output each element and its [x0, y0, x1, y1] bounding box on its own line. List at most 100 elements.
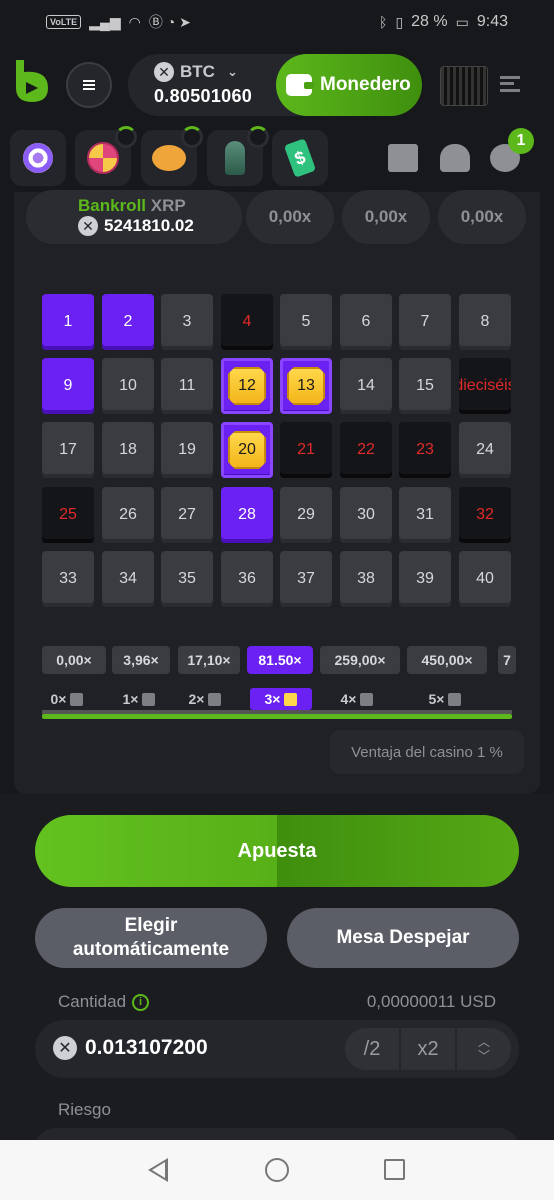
piggy-bank-button[interactable]: [141, 126, 203, 186]
grid-cell[interactable]: 7: [399, 294, 451, 350]
grid-cell[interactable]: 20: [221, 422, 273, 478]
wallet-button[interactable]: Monedero: [276, 54, 422, 116]
xrp-coin-icon: ✕: [78, 216, 98, 236]
grid-cell[interactable]: 5: [280, 294, 332, 350]
grid-cell[interactable]: 31: [399, 487, 451, 543]
rocket-button[interactable]: [207, 126, 269, 186]
payout-multiplier: 3,96×: [112, 646, 170, 674]
recent-apps-icon[interactable]: [384, 1159, 405, 1180]
chevron-down-icon[interactable]: ﹀: [478, 1049, 490, 1063]
app-notification-icons: Ⓑ ◔ ➤: [148, 14, 191, 30]
hamburger-icon: [83, 84, 95, 86]
grid-cell[interactable]: 13: [280, 358, 332, 414]
recent-multiplier: 0,00x: [438, 190, 526, 244]
grid-cell[interactable]: 22: [340, 422, 392, 478]
grid-cell[interactable]: 37: [280, 551, 332, 607]
grid-cell[interactable]: 35: [161, 551, 213, 607]
grid-cell[interactable]: 6: [340, 294, 392, 350]
promo-bar: $ 1: [0, 124, 554, 192]
grid-cell[interactable]: 10: [102, 358, 154, 414]
hit-count: 0×: [42, 688, 92, 710]
grid-cell[interactable]: 1: [42, 294, 94, 350]
grid-cell[interactable]: 28: [221, 487, 273, 543]
hit-count: 4×: [332, 688, 382, 710]
grid-cell[interactable]: 32: [459, 487, 511, 543]
grid-cell[interactable]: 8: [459, 294, 511, 350]
grid-cell[interactable]: 38: [340, 551, 392, 607]
back-icon[interactable]: [148, 1158, 168, 1182]
amount-value[interactable]: 0.013107200: [85, 1036, 208, 1060]
grid-cell[interactable]: 33: [42, 551, 94, 607]
payout-multiplier: 259,00×: [320, 646, 400, 674]
grid-cell[interactable]: 25: [42, 487, 94, 543]
payout-scroll-bar[interactable]: [42, 714, 512, 719]
grid-cell[interactable]: 40: [459, 551, 511, 607]
bankroll-coin: XRP: [150, 196, 186, 215]
hit-count: 5×: [420, 688, 470, 710]
wifi-icon: ◠: [128, 13, 141, 30]
grid-cell[interactable]: 30: [340, 487, 392, 543]
grid-cell[interactable]: 17: [42, 422, 94, 478]
side-menu-icon[interactable]: [500, 76, 520, 92]
grid-cell[interactable]: 34: [102, 551, 154, 607]
hit-count-label: 2×: [188, 691, 205, 707]
mail-icon[interactable]: [388, 144, 418, 172]
hit-count-label: 1×: [122, 691, 139, 707]
amount-stepper[interactable]: ︿ ﹀: [457, 1028, 511, 1070]
bankroll-label: Bankroll XRP: [78, 196, 186, 216]
gem-icon: [284, 692, 298, 706]
grid-cell[interactable]: dieciséis: [459, 358, 511, 414]
bet-button[interactable]: Apuesta: [35, 815, 519, 887]
info-icon[interactable]: i: [132, 993, 150, 1011]
bankroll-display: Bankroll XRP ✕ 5241810.02: [26, 190, 242, 244]
grid-cell[interactable]: 36: [221, 551, 273, 607]
double-button[interactable]: x2: [401, 1028, 455, 1070]
clock: 9:43: [476, 13, 508, 30]
bell-icon[interactable]: [440, 144, 470, 172]
bc-logo-icon[interactable]: [12, 58, 52, 104]
grid-cell[interactable]: 18: [102, 422, 154, 478]
auto-pick-button[interactable]: Elegir automáticamente: [35, 908, 267, 968]
grid-cell[interactable]: 9: [42, 358, 94, 414]
gem-icon: [70, 692, 84, 706]
wallet-icon: [286, 74, 314, 96]
deals-tag-button[interactable]: $: [272, 130, 328, 186]
menu-button[interactable]: [66, 62, 112, 108]
android-nav-bar: [0, 1140, 554, 1200]
amount-input[interactable]: ✕ 0.013107200 /2 x2 ︿ ﹀: [35, 1020, 519, 1078]
currency-code: BTC: [180, 62, 215, 81]
grid-cell[interactable]: 15: [399, 358, 451, 414]
grid-cell[interactable]: 4: [221, 294, 273, 350]
wallet-widget[interactable]: ✕ BTC ⌄ 0.80501060 Monedero: [128, 54, 422, 116]
chevron-up-icon[interactable]: ︿: [478, 1035, 490, 1049]
grid-cell[interactable]: 21: [280, 422, 332, 478]
grid-cell[interactable]: 39: [399, 551, 451, 607]
payout-multiplier: 81.50×: [247, 646, 313, 674]
xrp-coin-icon: ✕: [154, 62, 174, 82]
spin-target-button[interactable]: [10, 130, 66, 186]
grid-cell[interactable]: 12: [221, 358, 273, 414]
home-icon[interactable]: [265, 1158, 289, 1182]
lucky-wheel-button[interactable]: [75, 126, 137, 186]
piggy-bank-icon: [152, 145, 186, 171]
grid-cell[interactable]: 3: [161, 294, 213, 350]
grid-cell[interactable]: 19: [161, 422, 213, 478]
grid-cell[interactable]: 26: [102, 487, 154, 543]
recent-multiplier: 0,00x: [246, 190, 334, 244]
grid-cell[interactable]: 24: [459, 422, 511, 478]
wallet-balance: 0.80501060: [154, 86, 253, 106]
timer-ring-icon: [115, 126, 137, 148]
volte-indicator: VoLTE: [46, 15, 82, 29]
user-avatar[interactable]: [440, 66, 488, 106]
grid-cell[interactable]: 2: [102, 294, 154, 350]
halve-button[interactable]: /2: [345, 1028, 399, 1070]
clear-table-button[interactable]: Mesa Despejar: [287, 908, 519, 968]
xrp-coin-icon: ✕: [53, 1036, 77, 1060]
currency-selector[interactable]: ✕ BTC ⌄: [154, 62, 238, 82]
grid-cell[interactable]: 14: [340, 358, 392, 414]
grid-cell[interactable]: 27: [161, 487, 213, 543]
grid-cell[interactable]: 11: [161, 358, 213, 414]
grid-cell[interactable]: 29: [280, 487, 332, 543]
gem-icon: 12: [228, 367, 266, 405]
grid-cell[interactable]: 23: [399, 422, 451, 478]
